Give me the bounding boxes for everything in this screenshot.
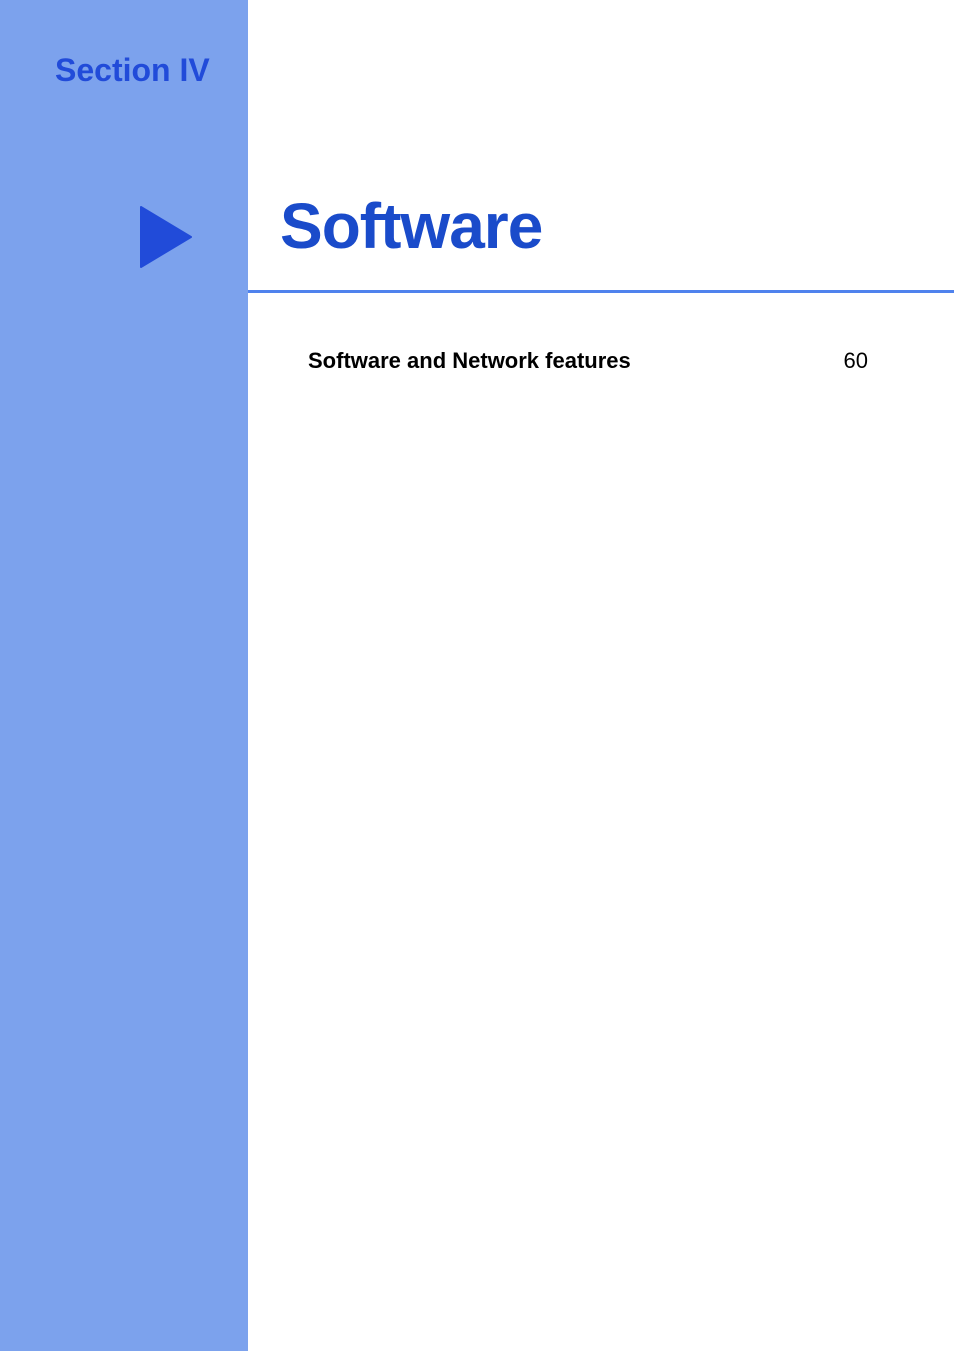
page-title: Software bbox=[280, 189, 542, 263]
toc-entry-page: 60 bbox=[844, 348, 868, 374]
sidebar bbox=[0, 0, 248, 1351]
triangle-right-icon bbox=[136, 202, 196, 277]
title-underline bbox=[248, 290, 954, 293]
section-label: Section IV bbox=[55, 52, 210, 89]
toc-entry[interactable]: Software and Network features 60 bbox=[308, 348, 868, 374]
toc-entry-label: Software and Network features bbox=[308, 348, 631, 374]
page: Section IV Software Software and Network… bbox=[0, 0, 954, 1351]
